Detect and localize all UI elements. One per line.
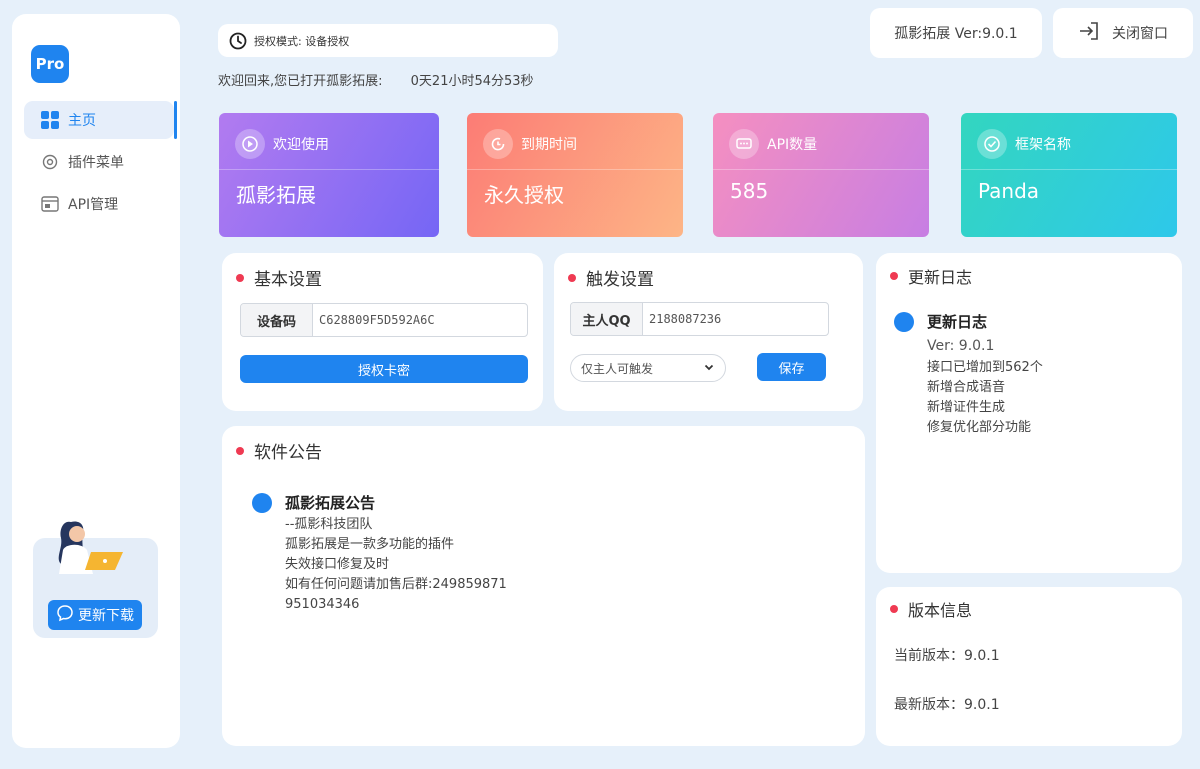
- stat-value: 孤影拓展: [236, 183, 316, 207]
- gear-icon: [40, 152, 60, 172]
- stat-title: 到期时间: [521, 137, 577, 153]
- changelog-line: 接口已增加到562个: [927, 360, 1043, 375]
- announcement-body: 孤影拓展公告 --孤影科技团队 孤影拓展是一款多功能的插件 失效接口修复及时 如…: [285, 492, 507, 615]
- owner-qq-label: 主人QQ: [571, 303, 643, 335]
- device-code-input[interactable]: [313, 304, 527, 336]
- stat-value: 永久授权: [484, 183, 564, 207]
- active-nav-indicator: [174, 101, 177, 139]
- announcement-heading: 孤影拓展公告: [285, 494, 376, 512]
- clock-icon: [483, 129, 513, 159]
- exit-icon: [1078, 21, 1100, 45]
- sidebar: Pro 主页 插件菜单 API管理 更新下载: [12, 14, 180, 748]
- changelog-version: Ver: 9.0.1: [927, 338, 995, 354]
- promo-card: 更新下载: [33, 521, 158, 638]
- changelog-heading: 更新日志: [927, 313, 988, 331]
- chat-bubble-icon: [56, 604, 74, 626]
- version-label: 孤影拓展 Ver:9.0.1: [894, 26, 1018, 42]
- changelog-line: 新增证件生成: [927, 400, 1006, 415]
- uptime-text: 0天21小时54分53秒: [410, 74, 534, 89]
- changelog-line: 修复优化部分功能: [927, 420, 1032, 435]
- stat-value: Panda: [978, 179, 1040, 203]
- update-download-button[interactable]: 更新下载: [48, 600, 142, 630]
- play-icon: [235, 129, 265, 159]
- app-logo: Pro: [31, 45, 69, 83]
- panel-title: 更新日志: [908, 268, 973, 287]
- version-info-panel: 版本信息 当前版本：9.0.1 最新版本：9.0.1: [876, 587, 1182, 746]
- app-window: Pro 主页 插件菜单 API管理 更新下载 授权模式: 设备授权 欢迎回来,您…: [0, 0, 1200, 769]
- stat-card-expiry: 到期时间 永久授权: [467, 113, 683, 237]
- clock-icon: [228, 31, 248, 51]
- changelog-bullet: [894, 312, 914, 332]
- panel-title: 软件公告: [254, 443, 322, 463]
- version-box: 孤影拓展 Ver:9.0.1: [870, 8, 1042, 58]
- stat-card-welcome: 欢迎使用 孤影拓展: [219, 113, 439, 237]
- trigger-mode-select[interactable]: 仅主人可触发: [570, 354, 726, 382]
- close-window-label: 关闭窗口: [1112, 26, 1168, 42]
- api-doc-icon: [40, 194, 60, 214]
- announcement-line: --孤影科技团队: [285, 517, 373, 532]
- basic-settings-panel: 基本设置 设备码 授权卡密: [222, 253, 543, 411]
- trigger-settings-panel: 触发设置 主人QQ 仅主人可触发 保存: [554, 253, 863, 411]
- announcement-line: 孤影拓展是一款多功能的插件: [285, 537, 455, 552]
- device-code-label: 设备码: [241, 304, 313, 336]
- chat-icon: [729, 129, 759, 159]
- sidebar-item-plugins[interactable]: 插件菜单: [24, 143, 174, 181]
- stat-card-api-count: API数量 585: [713, 113, 929, 237]
- section-dot: [890, 605, 898, 613]
- panel-title: 版本信息: [908, 601, 973, 620]
- stat-value: 585: [730, 179, 769, 203]
- changelog-panel: 更新日志 更新日志 Ver: 9.0.1 接口已增加到562个 新增合成语音 新…: [876, 253, 1182, 573]
- sidebar-item-label: 插件菜单: [68, 155, 124, 171]
- sidebar-item-api[interactable]: API管理: [24, 185, 174, 223]
- auth-card-button[interactable]: 授权卡密: [240, 355, 528, 383]
- panel-title: 触发设置: [586, 270, 654, 290]
- announcement-line: 如有任何问题请加售后群:249859871: [285, 577, 507, 592]
- chevron-down-icon: [703, 361, 715, 376]
- section-dot: [236, 273, 244, 282]
- update-download-label: 更新下载: [78, 608, 134, 624]
- announcement-line: 951034346: [285, 597, 360, 612]
- section-dot: [236, 446, 244, 455]
- announcement-bullet: [252, 493, 272, 513]
- current-version: 当前版本：9.0.1: [894, 648, 1000, 664]
- stat-title: API数量: [767, 137, 818, 153]
- person-laptop-illustration: [58, 521, 123, 574]
- changelog-line: 新增合成语音: [927, 380, 1006, 395]
- owner-qq-field: 主人QQ: [570, 302, 829, 336]
- sidebar-item-label: API管理: [68, 197, 119, 213]
- stat-title: 框架名称: [1015, 137, 1071, 153]
- auth-mode-pill: 授权模式: 设备授权: [218, 24, 558, 57]
- section-dot: [890, 272, 898, 280]
- announcement-panel: 软件公告 孤影拓展公告 --孤影科技团队 孤影拓展是一款多功能的插件 失效接口修…: [222, 426, 865, 746]
- stat-card-framework: 框架名称 Panda: [961, 113, 1177, 237]
- stat-title: 欢迎使用: [273, 137, 329, 153]
- auth-mode-label: 授权模式: 设备授权: [254, 34, 350, 48]
- changelog-body: 更新日志 Ver: 9.0.1 接口已增加到562个 新增合成语音 新增证件生成…: [927, 311, 1043, 438]
- latest-version: 最新版本：9.0.1: [894, 697, 1000, 713]
- welcome-line: 欢迎回来,您已打开孤影拓展: 0天21小时54分53秒: [218, 70, 534, 89]
- trigger-mode-value: 仅主人可触发: [581, 361, 654, 376]
- panel-title: 基本设置: [254, 270, 322, 290]
- sidebar-item-home[interactable]: 主页: [24, 101, 174, 139]
- close-window-button[interactable]: 关闭窗口: [1053, 8, 1193, 58]
- save-button[interactable]: 保存: [757, 353, 826, 381]
- announcement-line: 失效接口修复及时: [285, 557, 390, 572]
- section-dot: [568, 273, 576, 282]
- check-icon: [977, 129, 1007, 159]
- device-code-field: 设备码: [240, 303, 528, 337]
- sidebar-item-label: 主页: [68, 113, 96, 129]
- grid-icon: [40, 110, 60, 130]
- owner-qq-input[interactable]: [643, 303, 828, 335]
- welcome-text: 欢迎回来,您已打开孤影拓展:: [218, 74, 383, 89]
